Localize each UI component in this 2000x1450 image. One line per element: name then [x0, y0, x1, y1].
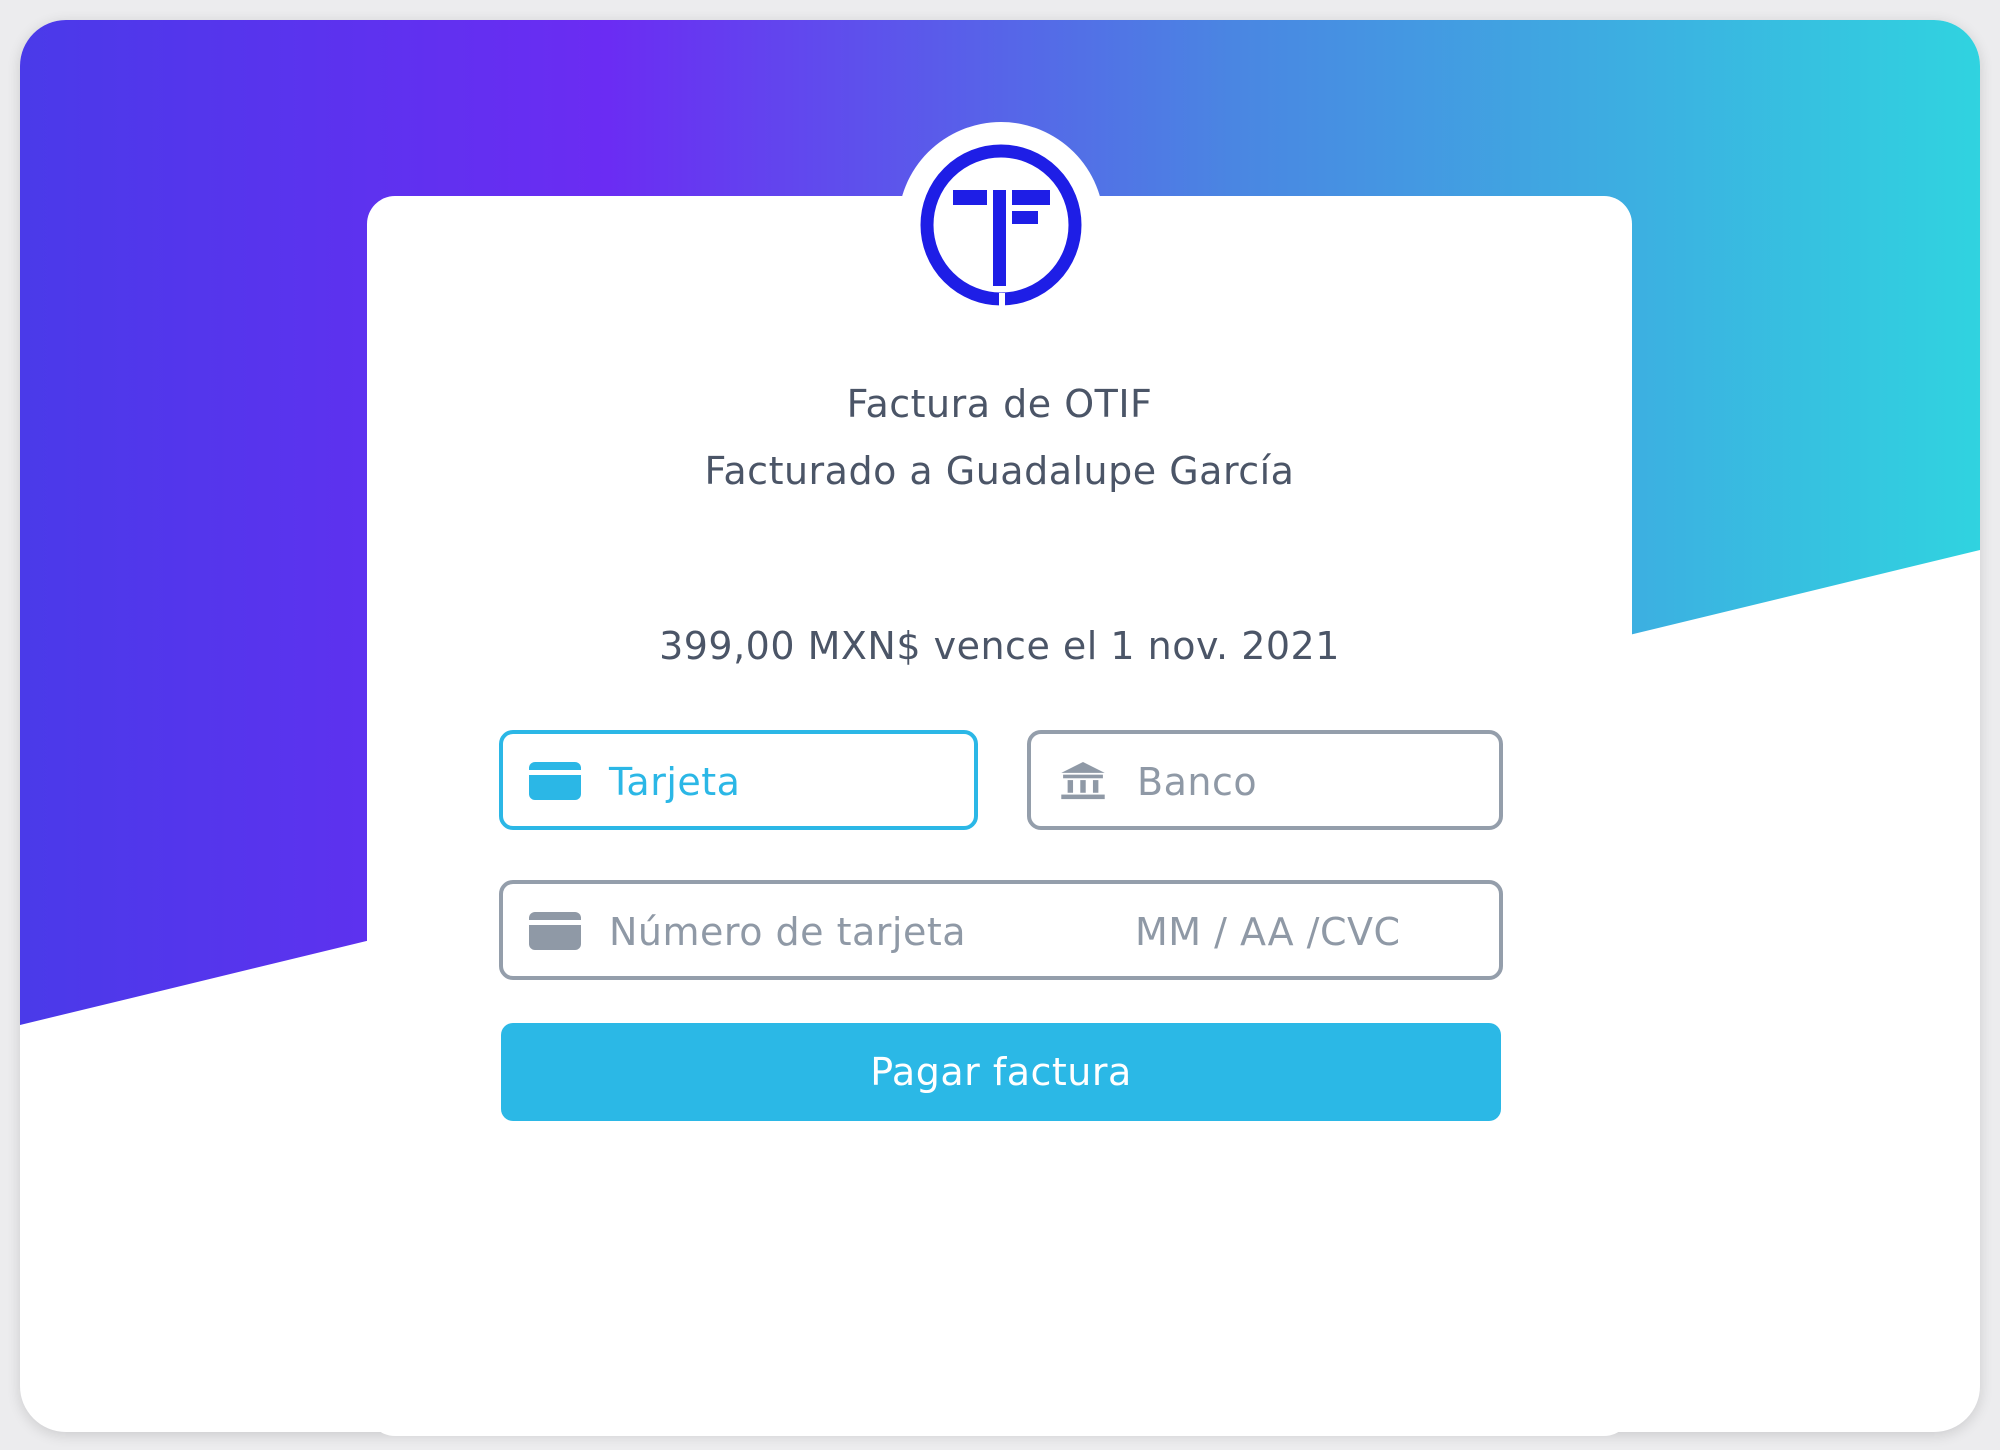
payment-method-bank-label: Banco [1137, 760, 1258, 804]
card-field-icon [529, 912, 581, 950]
payment-method-card[interactable]: Tarjeta [499, 730, 978, 830]
billed-to: Facturado a Guadalupe García [704, 449, 1295, 493]
pay-invoice-button[interactable]: Pagar factura [501, 1023, 1501, 1121]
card-number-placeholder: Número de tarjeta [609, 910, 967, 954]
payment-method-card-label: Tarjeta [609, 760, 741, 804]
card-number-field[interactable]: Número de tarjeta MM / AA /CVC [499, 880, 1503, 980]
amount-due: 399,00 MXN$ vence el 1 nov. 2021 [659, 624, 1340, 668]
invoice-title: Factura de OTIF [846, 382, 1153, 426]
credit-card-icon [529, 762, 581, 800]
expiry-cvc-placeholder: MM / AA /CVC [1135, 910, 1401, 954]
otif-logo-icon [919, 143, 1083, 307]
bank-icon [1061, 762, 1105, 800]
payment-method-bank[interactable]: Banco [1027, 730, 1503, 830]
